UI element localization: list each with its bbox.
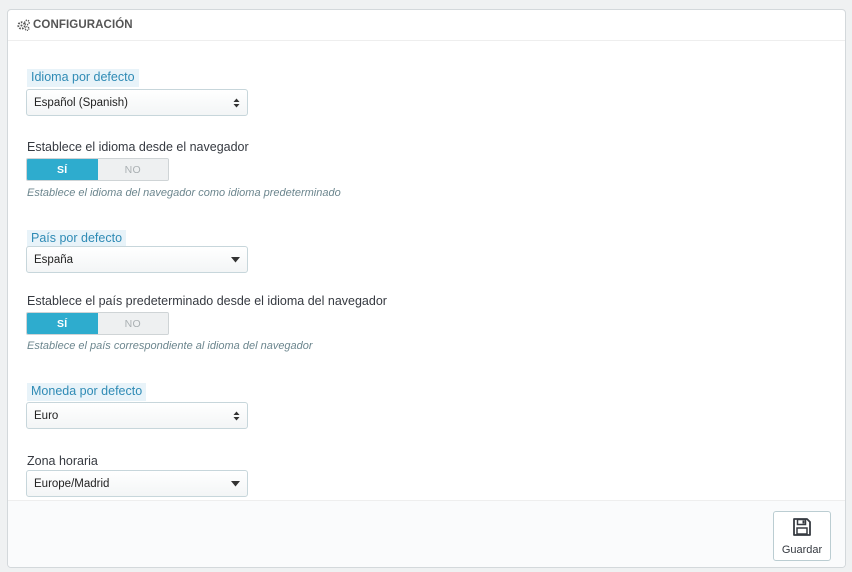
floppy-disk-icon bbox=[792, 517, 812, 540]
updown-caret-icon bbox=[233, 98, 240, 108]
browser-country-label: Establece el país predeterminado desde e… bbox=[27, 294, 387, 308]
browser-language-switch[interactable]: SÍ NO bbox=[26, 158, 169, 181]
updown-caret-icon bbox=[233, 411, 240, 421]
caret-down-icon bbox=[231, 256, 240, 263]
save-button[interactable]: Guardar bbox=[773, 511, 831, 561]
default-language-value: Español (Spanish) bbox=[34, 96, 128, 109]
default-country-select[interactable]: España bbox=[26, 246, 248, 273]
default-currency-select[interactable]: Euro bbox=[26, 402, 248, 429]
default-language-select[interactable]: Español (Spanish) bbox=[26, 89, 248, 116]
browser-country-no[interactable]: NO bbox=[97, 313, 168, 334]
caret-down-icon bbox=[231, 480, 240, 487]
browser-country-yes[interactable]: SÍ bbox=[27, 313, 98, 334]
timezone-select[interactable]: Europe/Madrid bbox=[26, 470, 248, 497]
browser-language-yes[interactable]: SÍ bbox=[27, 159, 98, 180]
timezone-value: Europe/Madrid bbox=[34, 477, 110, 490]
browser-language-label: Establece el idioma desde el navegador bbox=[27, 140, 249, 154]
panel-title: CONFIGURACIÓN bbox=[33, 19, 133, 31]
configuration-panel: CONFIGURACIÓN Idioma por defecto Español… bbox=[7, 9, 846, 568]
browser-country-switch[interactable]: SÍ NO bbox=[26, 312, 169, 335]
default-currency-label: Moneda por defecto bbox=[27, 383, 147, 401]
cogs-icon bbox=[17, 19, 30, 31]
default-country-value: España bbox=[34, 253, 74, 266]
browser-language-no[interactable]: NO bbox=[97, 159, 168, 180]
save-label: Guardar bbox=[781, 543, 823, 556]
panel-heading: CONFIGURACIÓN bbox=[8, 10, 845, 41]
timezone-label: Zona horaria bbox=[27, 454, 98, 468]
default-currency-value: Euro bbox=[34, 409, 59, 422]
browser-country-help: Establece el país correspondiente al idi… bbox=[27, 340, 313, 352]
browser-language-help: Establece el idioma del navegador como i… bbox=[27, 187, 341, 199]
panel-footer: Guardar bbox=[8, 500, 845, 567]
panel-body: Idioma por defecto Español (Spanish) Est… bbox=[8, 41, 845, 501]
default-language-label: Idioma por defecto bbox=[27, 69, 139, 87]
